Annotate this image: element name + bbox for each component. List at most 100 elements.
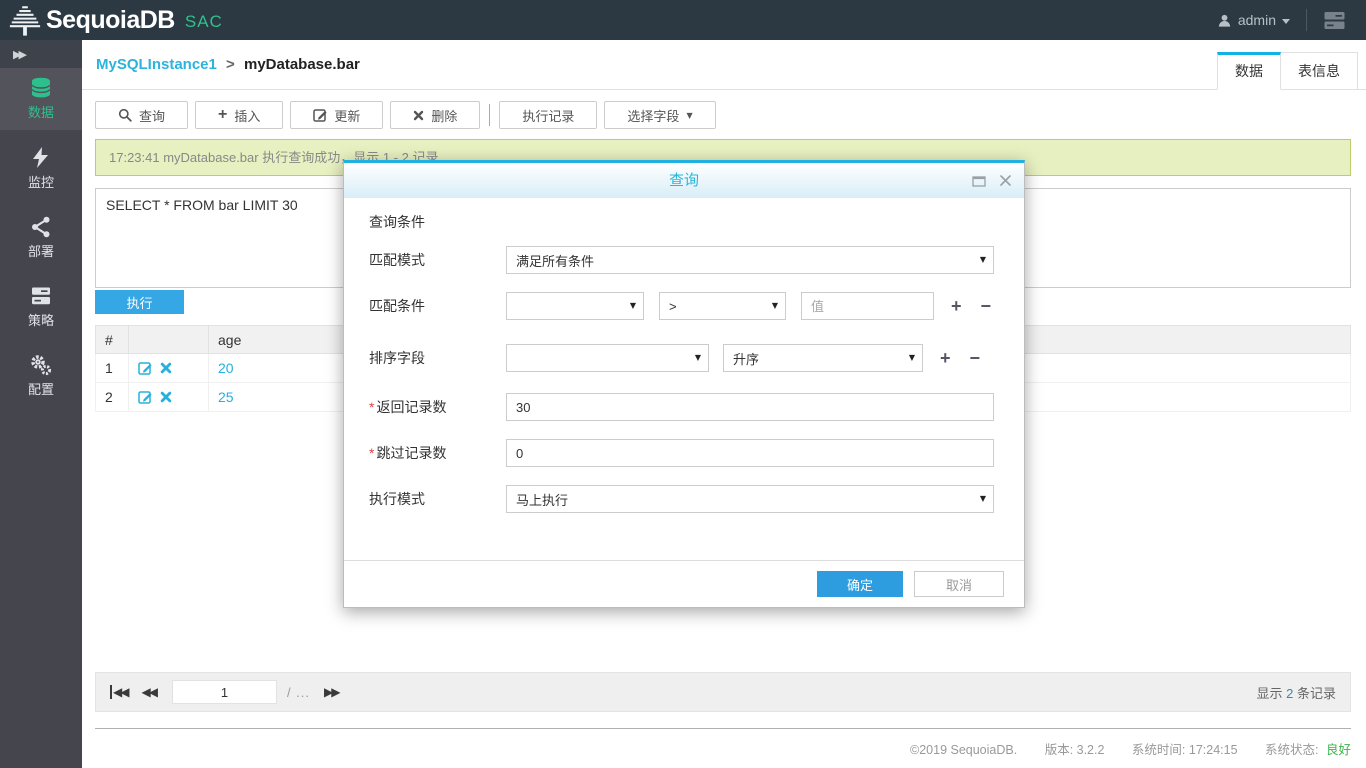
condition-operator-select[interactable]: > ▼ (659, 292, 786, 320)
section-query-conditions: 查询条件 (369, 214, 425, 230)
query-dialog-header: 查询 (344, 163, 1024, 198)
brand-name: SequoiaDB (46, 5, 175, 34)
caret-down-icon: ▼ (629, 301, 636, 310)
match-mode-label: 匹配模式 (369, 252, 425, 268)
footer-system-time: 系统时间: 17:24:15 (1131, 743, 1238, 757)
match-mode-select[interactable]: 满足所有条件 ▼ (506, 246, 994, 274)
caret-down-icon: ▼ (979, 255, 986, 264)
limit-input[interactable] (506, 393, 994, 421)
breadcrumb: MySQLInstance1 > myDatabase.bar (96, 56, 360, 73)
pagination-bar: ◀◀ ◀◀ / ... ▶▶ 显示 2 条记录 (95, 672, 1351, 712)
sort-field-label: 排序字段 (369, 350, 425, 366)
tab-data[interactable]: 数据 (1217, 52, 1281, 90)
page-number-input[interactable] (171, 680, 277, 704)
remove-condition-icon[interactable]: − (981, 297, 992, 315)
sort-order-select[interactable]: 升序 ▼ (723, 344, 923, 372)
exec-mode-select[interactable]: 马上执行 ▼ (506, 485, 994, 513)
sidebar-item-monitor[interactable]: 监控 (0, 138, 82, 200)
sidebar: ▶▶ 数据 监控 部署 策略 配置 (0, 40, 82, 768)
query-dialog-footer: 确定 取消 (344, 560, 1024, 607)
search-icon (118, 108, 132, 122)
user-icon (1217, 13, 1232, 28)
sort-order-value: 升序 (733, 351, 760, 367)
add-condition-icon[interactable]: + (951, 297, 962, 315)
skip-input[interactable] (506, 439, 994, 467)
edit-record-icon[interactable] (138, 361, 152, 375)
row-index: 1 (95, 353, 129, 383)
topbar-divider (1306, 9, 1307, 31)
caret-down-icon: ▼ (694, 353, 701, 362)
caret-down-icon: ▼ (686, 110, 693, 120)
close-icon[interactable] (999, 174, 1012, 187)
condition-operator-value: > (669, 298, 677, 314)
edit-record-icon[interactable] (138, 390, 152, 404)
delete-button-label: 删除 (431, 108, 458, 124)
sidebar-item-label: 监控 (27, 175, 54, 190)
caret-down-icon: ▼ (908, 353, 915, 362)
row-index: 2 (95, 382, 129, 412)
sort-field-select[interactable]: ▼ (506, 344, 709, 372)
maximize-icon[interactable] (972, 175, 986, 187)
add-sort-icon[interactable]: + (940, 349, 951, 367)
select-fields-button[interactable]: 选择字段 ▼ (604, 101, 716, 129)
footer-status-label: 系统状态: (1265, 743, 1319, 757)
sidebar-item-data[interactable]: 数据 (0, 68, 82, 130)
exec-mode-value: 马上执行 (516, 492, 569, 508)
collapse-sidebar-icon[interactable]: ▶▶ (13, 48, 27, 61)
servers-icon (0, 284, 82, 308)
prev-page-icon[interactable]: ◀◀ (141, 685, 158, 699)
brand-suffix: SAC (184, 11, 223, 31)
sidebar-item-deploy[interactable]: 部署 (0, 207, 82, 269)
skip-label: * 跳过记录数 (369, 443, 506, 463)
query-dialog: 查询 查询条件 匹配模式 满足所有条件 ▼ 匹配条件 ▼ > ▼ 值 + − 排… (343, 160, 1025, 608)
sidebar-item-label: 数据 (27, 105, 54, 120)
delete-record-icon[interactable] (160, 362, 172, 374)
sidebar-item-label: 配置 (27, 382, 54, 397)
skip-label-text: 跳过记录数 (376, 445, 447, 461)
column-header-ops (128, 325, 209, 354)
condition-field-select[interactable]: ▼ (506, 292, 644, 320)
header-strip: MySQLInstance1 > myDatabase.bar 数据 表信息 (82, 40, 1366, 90)
database-icon (0, 76, 82, 100)
first-page-icon[interactable]: ◀◀ (110, 685, 130, 699)
footer-copyright: ©2019 SequoiaDB. (910, 743, 1018, 757)
chevron-down-icon (1282, 18, 1290, 24)
cancel-button[interactable]: 取消 (914, 571, 1004, 597)
topbar: SequoiaDB SAC admin (0, 0, 1366, 40)
delete-button[interactable]: 删除 (390, 101, 481, 129)
tab-table-info[interactable]: 表信息 (1281, 52, 1358, 90)
x-icon (413, 110, 424, 121)
caret-down-icon: ▼ (771, 301, 778, 310)
brand-logo: SequoiaDB SAC (8, 4, 223, 37)
breadcrumb-instance-link[interactable]: MySQLInstance1 (96, 56, 217, 73)
match-condition-label: 匹配条件 (369, 298, 425, 314)
history-button[interactable]: 执行记录 (499, 101, 598, 129)
plus-icon: + (218, 106, 228, 123)
tab-bar: 数据 表信息 (1217, 52, 1358, 90)
toolbar-divider (489, 104, 491, 126)
sidebar-item-label: 策略 (27, 313, 54, 328)
host-list-icon[interactable] (1323, 11, 1346, 30)
update-button[interactable]: 更新 (290, 101, 384, 129)
caret-down-icon: ▼ (979, 494, 986, 503)
insert-button[interactable]: + 插入 (195, 101, 284, 129)
sidebar-item-strategy[interactable]: 策略 (0, 276, 82, 338)
edit-icon (313, 108, 327, 122)
footer-status-value: 良好 (1325, 743, 1351, 757)
sidebar-collapse-strip: ▶▶ (0, 40, 82, 68)
ok-button[interactable]: 确定 (817, 571, 903, 597)
next-page-icon[interactable]: ▶▶ (324, 685, 341, 699)
delete-record-icon[interactable] (160, 391, 172, 403)
column-header-index: # (95, 325, 129, 354)
user-menu[interactable]: admin (1217, 12, 1290, 28)
condition-value-input[interactable] (801, 292, 934, 320)
sidebar-item-config[interactable]: 配置 (0, 345, 82, 407)
exec-mode-label: 执行模式 (369, 491, 425, 507)
query-dialog-body: 查询条件 匹配模式 满足所有条件 ▼ 匹配条件 ▼ > ▼ + − (344, 198, 1024, 513)
match-mode-value: 满足所有条件 (516, 253, 595, 269)
remove-sort-icon[interactable]: − (970, 349, 981, 367)
query-button[interactable]: 查询 (95, 101, 189, 129)
execute-button[interactable]: 执行 (95, 290, 184, 314)
toolbar: 查询 + 插入 更新 删除 执行记录 选择字段 ▼ (95, 101, 1351, 129)
update-button-label: 更新 (334, 108, 361, 124)
